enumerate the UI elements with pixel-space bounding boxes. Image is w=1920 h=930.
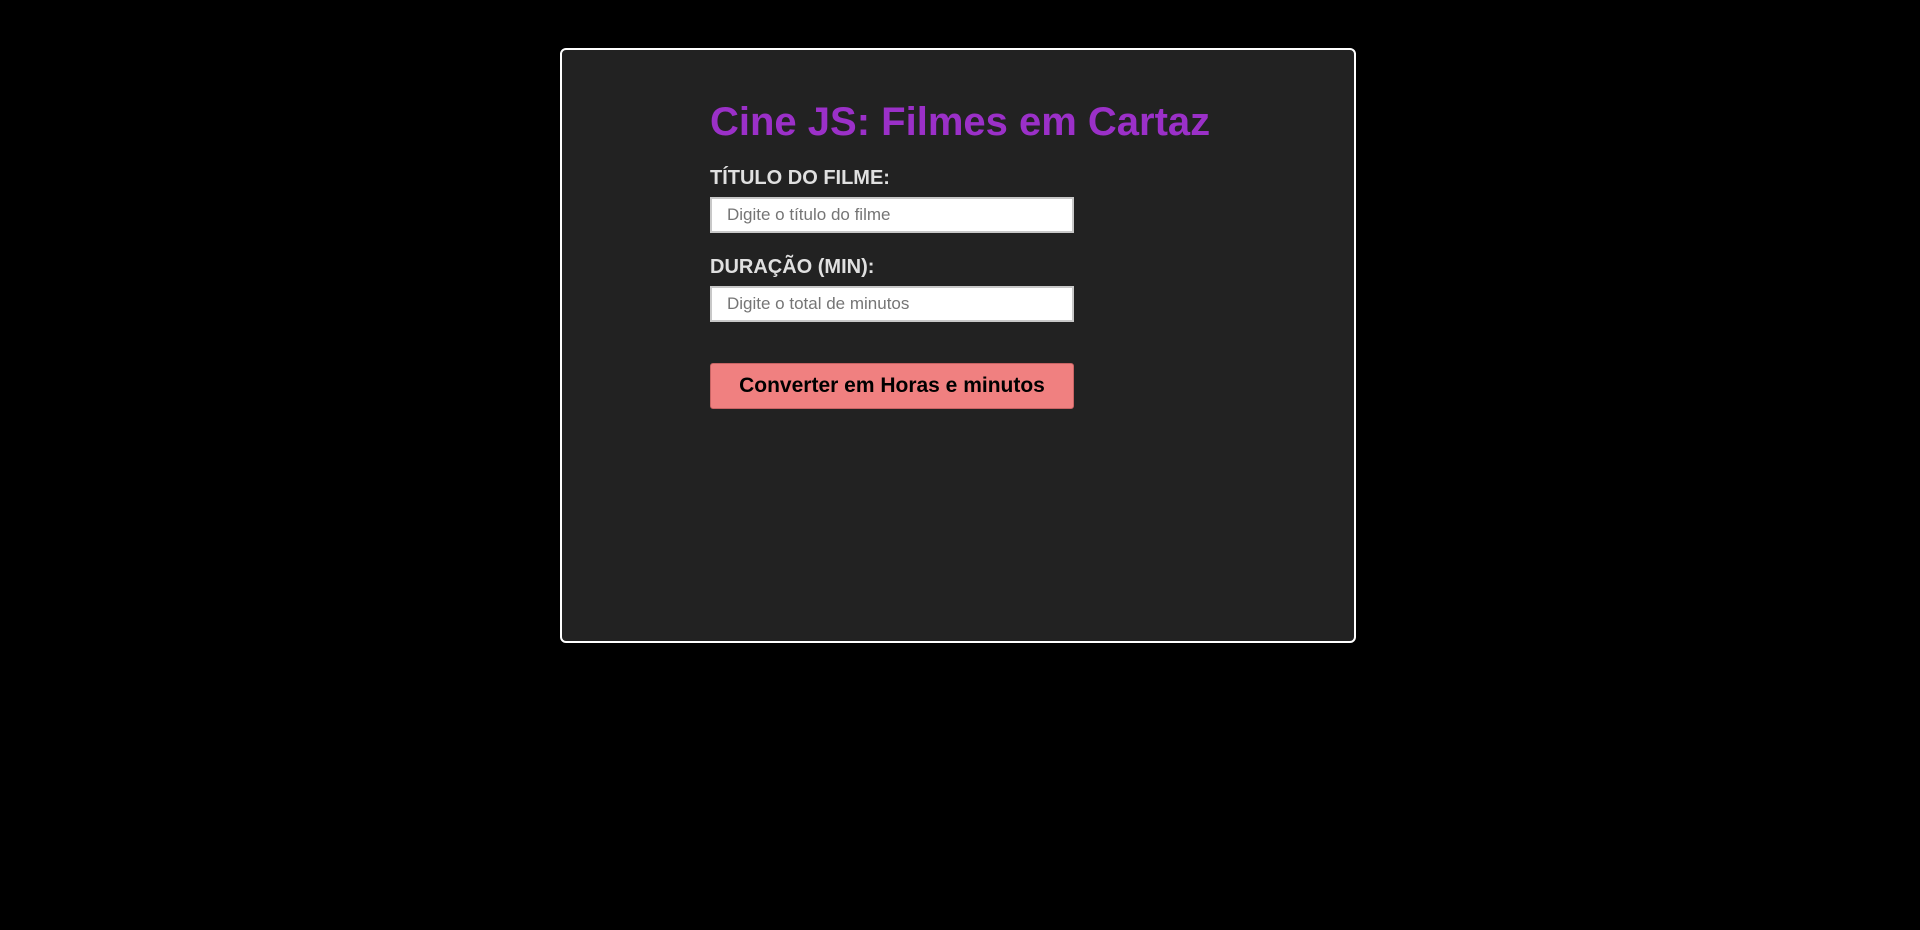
movie-title-label: TÍTULO DO FILME: [710,167,890,189]
movie-title-input[interactable] [710,197,1074,233]
movie-form: Cine JS: Filmes em Cartaz TÍTULO DO FILM… [710,98,1230,409]
page: { "app": { "title": "Cine JS: Filmes em … [0,0,1920,930]
duration-input[interactable] [710,286,1074,322]
page-title: Cine JS: Filmes em Cartaz [710,100,1211,144]
convert-button[interactable]: Converter em Horas e minutos [710,363,1074,409]
main-panel: Cine JS: Filmes em Cartaz TÍTULO DO FILM… [560,48,1356,643]
duration-label: DURAÇÃO (MIN): [710,256,875,278]
